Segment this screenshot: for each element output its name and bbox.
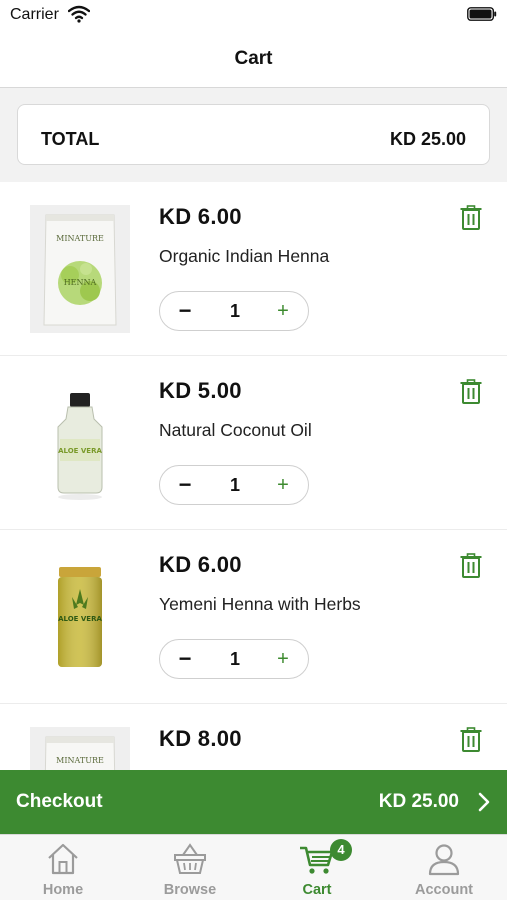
tab-label: Browse [163,882,217,898]
svg-text:ALOE VERA: ALOE VERA [58,447,102,455]
quantity-value: 1 [229,475,240,495]
increment-button[interactable]: + [270,472,296,498]
item-price: KD 6.00 [159,552,242,577]
trash-icon[interactable] [459,727,483,753]
cart-item: ALOE VERA KD 6.00 Yemeni Henna with Herb… [0,530,507,704]
item-price: KD 8.00 [159,726,242,751]
quantity-value: 1 [229,649,240,669]
battery-icon [467,7,497,21]
wifi-icon [68,5,90,23]
trash-icon[interactable] [459,553,483,579]
basket-icon [174,843,206,874]
cart-item: MINATURE KD 8.00 [0,704,507,770]
decrement-button[interactable]: − [172,472,198,498]
svg-text:MINATURE: MINATURE [56,234,104,243]
tab-account[interactable]: Account [381,835,507,900]
cart-item: MINATURE HENNA KD 6.00 Organic Indian He… [0,182,507,356]
cart-count-badge: 4 [330,839,352,861]
user-icon [428,844,460,876]
cart-item: ALOE VERA KD 5.00 Natural Coconut Oil − … [0,356,507,530]
home-icon [48,843,78,875]
item-name[interactable]: Organic Indian Henna [159,246,329,267]
quantity-value: 1 [229,301,240,321]
increment-button[interactable]: + [270,298,296,324]
total-label: TOTAL [41,129,100,149]
total-value: KD 25.00 [389,129,466,149]
chevron-right-icon [478,792,490,812]
page-title: Cart [234,48,273,69]
tab-bar: Home Browse 4 Cart Account [0,834,507,900]
carrier-label: Carrier [10,6,59,23]
tab-label: Account [415,882,473,898]
tab-label: Home [42,882,84,898]
quantity-stepper: − 1 + [159,291,309,331]
trash-icon[interactable] [459,205,483,231]
cart-list[interactable]: MINATURE HENNA KD 6.00 Organic Indian He… [0,182,507,770]
nav-bar: Cart [0,30,507,88]
checkout-button[interactable]: Checkout KD 25.00 [0,770,507,834]
item-price: KD 5.00 [159,378,242,403]
total-card: TOTAL KD 25.00 [17,104,490,165]
checkout-total: KD 25.00 [378,791,459,812]
svg-text:ALOE VERA: ALOE VERA [58,615,102,623]
quantity-stepper: − 1 + [159,465,309,505]
item-price: KD 6.00 [159,204,242,229]
tab-browse[interactable]: Browse [127,835,253,900]
svg-text:MINATURE: MINATURE [56,756,104,765]
status-bar: Carrier [0,0,507,30]
decrement-button[interactable]: − [172,646,198,672]
trash-icon[interactable] [459,379,483,405]
item-name[interactable]: Yemeni Henna with Herbs [159,594,361,615]
quantity-stepper: − 1 + [159,639,309,679]
decrement-button[interactable]: − [172,298,198,324]
product-image-henna-pouch[interactable]: MINATURE HENNA [30,205,130,333]
checkout-label: Checkout [16,791,103,812]
total-section: TOTAL KD 25.00 [0,88,507,182]
tab-cart[interactable]: 4 Cart [254,835,380,900]
product-image-henna-pouch[interactable]: MINATURE [30,727,130,770]
tab-label: Cart [302,882,332,898]
svg-text:HENNA: HENNA [64,278,97,287]
item-name[interactable]: Natural Coconut Oil [159,420,312,441]
product-image-aloe-jar[interactable]: ALOE VERA [30,553,130,681]
increment-button[interactable]: + [270,646,296,672]
tab-home[interactable]: Home [0,835,126,900]
product-image-oil-bottle[interactable]: ALOE VERA [30,379,130,507]
